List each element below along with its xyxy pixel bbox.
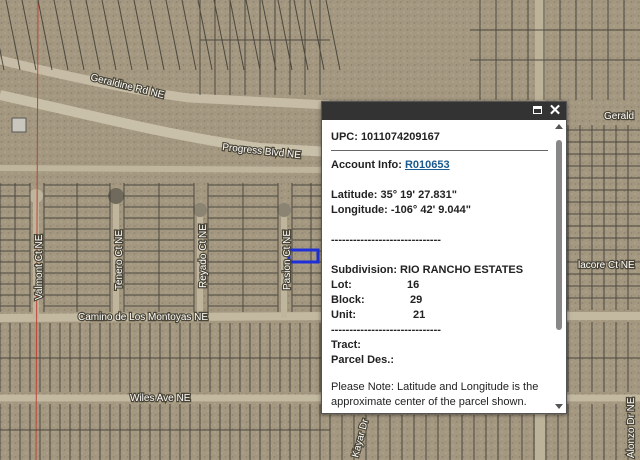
road-label-lacore: lacore Ct NE [578,260,635,271]
parcel-des-label: Parcel Des.: [331,354,394,366]
lot-row: Lot: 16 [331,278,548,293]
unit-label: Unit: [331,309,357,321]
close-icon[interactable]: ✕ [548,103,562,118]
road-label-reyado: Reyado Ct NE [198,224,209,288]
road-label-alonzo: Alonzo Dr NE [626,397,637,458]
lot-label: Lot: [331,279,352,291]
road-label-wiles: Wiles Ave NE [130,393,191,404]
separator: ------------------------------ [331,234,441,246]
unit-row: Unit: 21 [331,308,548,323]
scroll-thumb[interactable] [556,140,562,330]
account-link[interactable]: R010653 [405,159,450,171]
location-note: Please Note: Latitude and Longitude is t… [331,381,539,408]
road-label-tenero: Tenero Ct NE [114,230,125,290]
road-label-gerald: Gerald [604,111,634,122]
divider [331,150,548,151]
parcel-info-popup: ✕ UPC: 1011074209167 Account Info: R0106… [321,101,567,414]
block-label: Block: [331,294,365,306]
unit-value: 21 [413,309,426,321]
popup-content: UPC: 1011074209167 Account Info: R010653… [322,120,566,413]
block-value: 29 [410,294,423,306]
maximize-icon[interactable] [530,104,544,118]
road-label-valmont: Valmont Ct NE [34,234,45,300]
account-label: Account Info: [331,159,402,171]
longitude-text: Longitude: -106° 42' 9.044" [331,204,471,216]
building-icon [11,117,27,133]
scroll-up-icon[interactable] [555,124,563,129]
popup-scrollbar[interactable] [554,122,564,411]
subdivision-text: Subdivision: RIO RANCHO ESTATES [331,264,524,276]
lot-value: 16 [407,279,420,291]
block-row: Block: 29 [331,293,548,308]
tract-label: Tract: [331,339,361,351]
scroll-down-icon[interactable] [555,404,563,409]
upc-text: UPC: 1011074209167 [331,131,440,143]
popup-titlebar: ✕ [322,102,566,120]
road-label-camino: Camino de Los Montoyas NE [78,312,208,323]
latitude-text: Latitude: 35° 19' 27.831" [331,189,457,201]
road-label-pasion: Pasion Ct NE [282,230,293,290]
separator-2: ------------------------------ [331,324,441,336]
account-info: Account Info: R010653 [331,158,548,173]
